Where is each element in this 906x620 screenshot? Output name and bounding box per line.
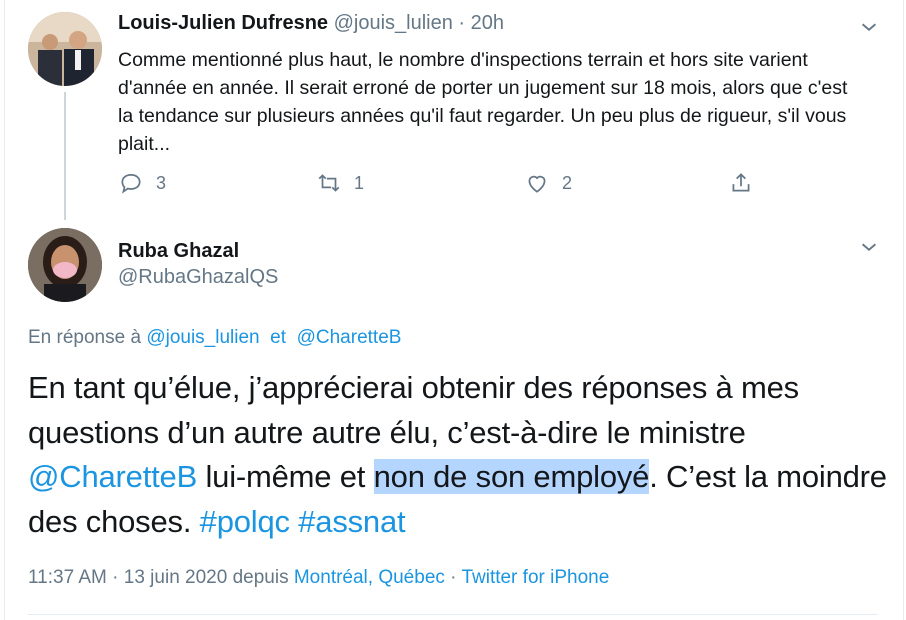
tweet-time[interactable]: 20h [471, 12, 504, 34]
client-link[interactable]: Twitter for iPhone [461, 567, 609, 588]
tweet-metadata: 11:37 AM · 13 juin 2020 depuis Montréal,… [28, 567, 609, 589]
tweet-header: Louis-Julien Dufresne @jouis_lulien · 20… [118, 12, 504, 35]
tweet-date: 13 juin 2020 depuis [123, 567, 289, 588]
chevron-down-icon[interactable] [858, 16, 880, 38]
share-icon [732, 173, 750, 192]
tweet-time[interactable]: 11:37 AM [28, 567, 107, 588]
selected-text: non de son employé [373, 459, 650, 494]
tweet-text-part: lui-même et [197, 459, 374, 494]
tweet-text-part: En tant qu’élue, j’apprécierai obtenir d… [28, 370, 799, 450]
reply-button[interactable]: 3 [118, 170, 166, 196]
chevron-down-icon[interactable] [858, 236, 880, 258]
separator: · [458, 12, 466, 34]
reply-count: 3 [156, 172, 167, 193]
hashtag-link[interactable]: #polqc [200, 504, 290, 539]
author-handle[interactable]: @RubaGhazalQS [118, 266, 278, 289]
location-link[interactable]: Montréal, Québec [294, 567, 445, 588]
retweet-button[interactable]: 1 [316, 170, 364, 196]
reply-context: En réponse à @jouis_lulien et @CharetteB [28, 327, 401, 349]
author-name[interactable]: Ruba Ghazal [118, 240, 239, 263]
reply-mention-link[interactable]: @CharetteB [297, 327, 402, 348]
separator: · [112, 567, 119, 588]
like-icon [528, 175, 546, 193]
retweet-icon [318, 174, 340, 192]
author-handle[interactable]: @jouis_lulien [334, 12, 453, 34]
like-button[interactable]: 2 [524, 170, 572, 196]
reply-icon [121, 174, 141, 194]
reply-prefix: En réponse à [28, 327, 142, 348]
divider [28, 614, 878, 615]
separator: · [450, 567, 457, 588]
share-button[interactable] [728, 170, 754, 196]
reply-and: et [270, 327, 287, 348]
mention-link[interactable]: @CharetteB [28, 459, 197, 494]
avatar[interactable] [28, 12, 102, 86]
like-count: 2 [562, 172, 573, 193]
thread-connector-line [64, 92, 66, 220]
avatar[interactable] [28, 228, 102, 302]
author-name[interactable]: Louis-Julien Dufresne [118, 12, 328, 34]
reply-mention-link[interactable]: @jouis_lulien [146, 327, 259, 348]
retweet-count: 1 [354, 172, 365, 193]
tweet-text: En tant qu’élue, j’apprécierai obtenir d… [28, 366, 888, 544]
tweet-text: Comme mentionné plus haut, le nombre d'i… [118, 49, 848, 155]
hashtag-link[interactable]: #assnat [298, 504, 405, 539]
tweet-actions: 3 1 2 [118, 170, 778, 200]
